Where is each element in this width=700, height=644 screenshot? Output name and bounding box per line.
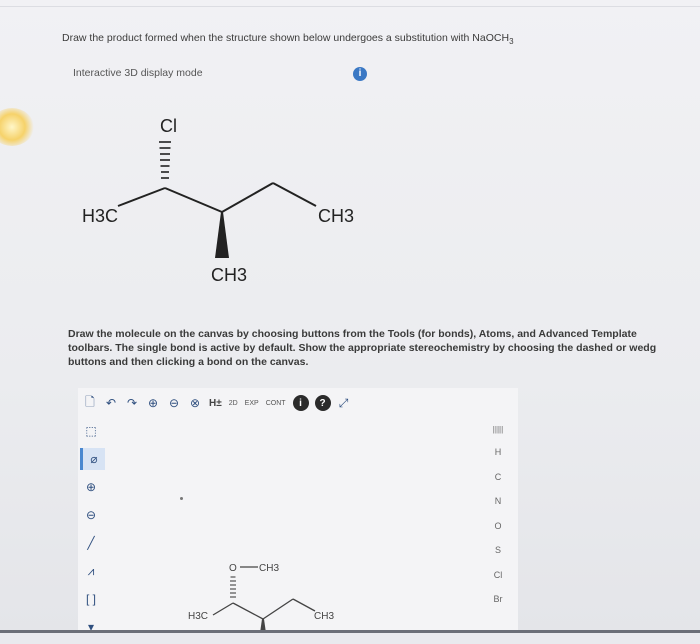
canvas-left-methyl-label: H3C bbox=[188, 611, 208, 622]
canvas-bond-3 bbox=[262, 598, 294, 620]
canvas-right-methyl-label: CH3 bbox=[314, 611, 334, 622]
canvas-bond-1 bbox=[212, 602, 234, 616]
canvas-drawing[interactable]: O CH3 H3C CH3 bbox=[0, 0, 700, 633]
canvas-hashed-bond bbox=[230, 576, 236, 598]
page-background: Draw the product formed when the structu… bbox=[0, 0, 700, 634]
canvas-methoxy-methyl-label: CH3 bbox=[259, 563, 279, 574]
canvas-bond-2 bbox=[232, 602, 264, 620]
canvas-bond-4 bbox=[292, 598, 316, 612]
canvas-oxygen-label: O bbox=[229, 563, 237, 574]
